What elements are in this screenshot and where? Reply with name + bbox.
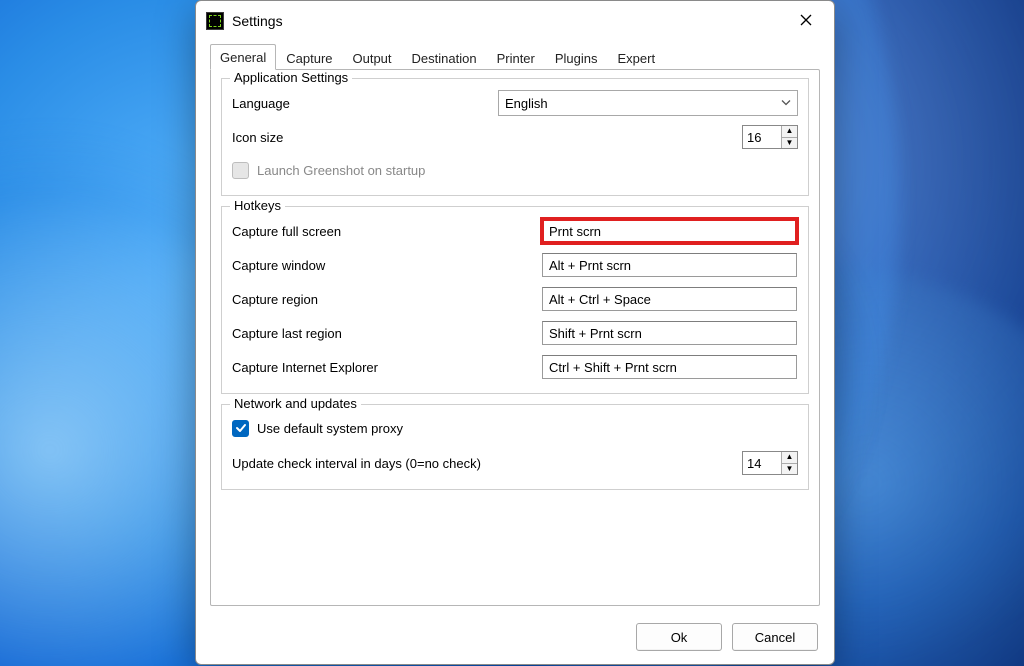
tab-general[interactable]: General bbox=[210, 44, 276, 70]
ok-button[interactable]: Ok bbox=[636, 623, 722, 651]
hotkey-ie-label: Capture Internet Explorer bbox=[232, 360, 542, 375]
tab-destination[interactable]: Destination bbox=[402, 45, 487, 70]
group-network: Network and updates Use default system p… bbox=[221, 404, 809, 490]
update-interval-label: Update check interval in days (0=no chec… bbox=[232, 456, 562, 471]
hotkey-region-value: Alt + Ctrl + Space bbox=[549, 292, 651, 307]
window-title: Settings bbox=[232, 13, 283, 29]
group-hotkeys: Hotkeys Capture full screen Prnt scrn Ca… bbox=[221, 206, 809, 394]
tab-expert[interactable]: Expert bbox=[608, 45, 666, 70]
spinner-up-icon[interactable]: ▲ bbox=[782, 126, 797, 138]
hotkey-window-label: Capture window bbox=[232, 258, 542, 273]
proxy-checkbox-label: Use default system proxy bbox=[257, 421, 403, 436]
group-title: Application Settings bbox=[230, 70, 352, 85]
tab-content: Application Settings Language English Ic… bbox=[210, 69, 820, 606]
update-interval-spinner[interactable]: 14 ▲ ▼ bbox=[742, 451, 798, 475]
update-interval-value[interactable]: 14 bbox=[743, 452, 781, 474]
spinner-down-icon[interactable]: ▼ bbox=[782, 138, 797, 149]
hotkey-fullscreen-value: Prnt scrn bbox=[549, 224, 601, 239]
hotkey-region-input[interactable]: Alt + Ctrl + Space bbox=[542, 287, 797, 311]
chevron-down-icon bbox=[781, 96, 791, 111]
tab-output[interactable]: Output bbox=[343, 45, 402, 70]
hotkey-lastregion-value: Shift + Prnt scrn bbox=[549, 326, 642, 341]
hotkey-window-value: Alt + Prnt scrn bbox=[549, 258, 631, 273]
hotkey-fullscreen-input[interactable]: Prnt scrn bbox=[542, 219, 797, 243]
language-select[interactable]: English bbox=[498, 90, 798, 116]
hotkey-ie-input[interactable]: Ctrl + Shift + Prnt scrn bbox=[542, 355, 797, 379]
tabs-bar: General Capture Output Destination Print… bbox=[196, 41, 834, 69]
tab-capture[interactable]: Capture bbox=[276, 45, 342, 70]
hotkey-region-label: Capture region bbox=[232, 292, 542, 307]
settings-window: Settings General Capture Output Destinat… bbox=[195, 0, 835, 665]
app-icon bbox=[206, 12, 224, 30]
startup-checkbox bbox=[232, 162, 249, 179]
group-title: Network and updates bbox=[230, 396, 361, 411]
icon-size-spinner[interactable]: 16 ▲ ▼ bbox=[742, 125, 798, 149]
group-application-settings: Application Settings Language English Ic… bbox=[221, 78, 809, 196]
language-select-value: English bbox=[505, 96, 548, 111]
hotkey-lastregion-input[interactable]: Shift + Prnt scrn bbox=[542, 321, 797, 345]
tab-plugins[interactable]: Plugins bbox=[545, 45, 608, 70]
proxy-checkbox[interactable] bbox=[232, 420, 249, 437]
language-label: Language bbox=[232, 96, 467, 111]
dialog-footer: Ok Cancel bbox=[196, 616, 834, 664]
icon-size-label: Icon size bbox=[232, 130, 467, 145]
hotkey-ie-value: Ctrl + Shift + Prnt scrn bbox=[549, 360, 677, 375]
hotkey-fullscreen-label: Capture full screen bbox=[232, 224, 542, 239]
tab-printer[interactable]: Printer bbox=[487, 45, 545, 70]
spinner-up-icon[interactable]: ▲ bbox=[782, 452, 797, 464]
hotkey-lastregion-label: Capture last region bbox=[232, 326, 542, 341]
close-icon bbox=[800, 14, 812, 29]
spinner-down-icon[interactable]: ▼ bbox=[782, 464, 797, 475]
cancel-button[interactable]: Cancel bbox=[732, 623, 818, 651]
icon-size-value[interactable]: 16 bbox=[743, 126, 781, 148]
group-title: Hotkeys bbox=[230, 198, 285, 213]
hotkey-window-input[interactable]: Alt + Prnt scrn bbox=[542, 253, 797, 277]
close-button[interactable] bbox=[784, 6, 828, 36]
titlebar[interactable]: Settings bbox=[196, 1, 834, 41]
startup-checkbox-label: Launch Greenshot on startup bbox=[257, 163, 425, 178]
